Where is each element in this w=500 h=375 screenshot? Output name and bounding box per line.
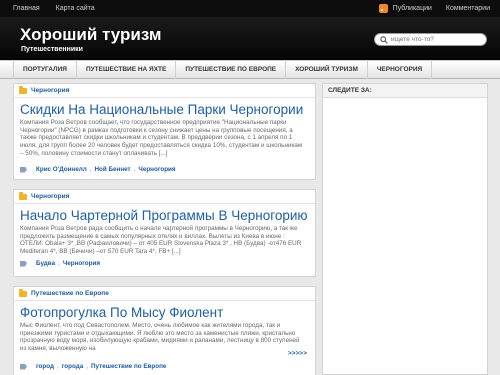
menu-item-europe-travel[interactable]: Путешествие по Европе xyxy=(175,61,285,79)
read-more-link[interactable]: >>>>> xyxy=(288,350,307,357)
menu-item-portugal[interactable]: Португалия xyxy=(13,61,76,79)
tag-link[interactable]: Черногория xyxy=(138,166,175,173)
post-category-link[interactable]: Черногория xyxy=(31,193,69,200)
post-category-bar: Черногория xyxy=(14,190,315,204)
search-input[interactable] xyxy=(391,36,481,43)
post-title[interactable]: Скидки На Национальные Парки Черногории xyxy=(14,98,315,117)
tag-link[interactable]: город xyxy=(36,363,54,370)
top-nav-home-link[interactable]: Главная xyxy=(13,5,40,12)
posts-feed-link[interactable]: Публикации xyxy=(393,5,432,12)
post-excerpt: Компания Роза Ветров сообщает, что госуд… xyxy=(20,119,303,157)
post-excerpt: Мыс Фиолент, что под Севастополем. Место… xyxy=(20,322,300,353)
post-tags: Крис О'Доннелл, Ной Беннет, Черногория xyxy=(20,166,176,173)
top-nav: Главная Карта сайта xyxy=(0,0,111,17)
tag-link[interactable]: Будва xyxy=(36,260,55,267)
comments-feed-link[interactable]: Комментарии xyxy=(446,5,490,12)
folder-icon xyxy=(19,288,27,297)
tag-icon xyxy=(20,260,27,267)
post-excerpt: Компания Роза Ветров рада сообщить о нач… xyxy=(20,225,302,256)
site-description: Путешественники xyxy=(21,46,83,53)
tag-icon xyxy=(20,363,27,370)
site-header: Хороший туризм Путешественники xyxy=(0,17,500,60)
sidebar: СЛЕДИТЕ ЗА: xyxy=(322,83,488,375)
post-category-link[interactable]: Путешествие по Европе xyxy=(31,290,109,297)
top-nav-sitemap-link[interactable]: Карта сайта xyxy=(56,5,95,12)
post-card: Путешествие по Европе Фотопрогулка По Мы… xyxy=(13,286,316,375)
site-title[interactable]: Хороший туризм xyxy=(20,25,161,45)
folder-icon xyxy=(19,191,27,200)
top-bar: Главная Карта сайта Публикации Комментар… xyxy=(0,0,500,17)
tag-link[interactable]: города xyxy=(62,363,84,370)
tag-link[interactable]: Крис О'Доннелл xyxy=(36,166,87,173)
search-icon[interactable] xyxy=(380,35,388,44)
post-card: Черногория Начало Чартерной Программы В … xyxy=(13,189,316,277)
post-category-link[interactable]: Черногория xyxy=(31,87,69,94)
post-tags: Будва, Черногория xyxy=(20,260,100,267)
tag-link[interactable]: Путешествие по Европе xyxy=(91,363,166,370)
post-card: Черногория Скидки На Национальные Парки … xyxy=(13,83,316,180)
folder-icon xyxy=(19,85,27,94)
menu-item-good-tourism[interactable]: Хороший туризм xyxy=(285,61,367,79)
tag-link[interactable]: Черногория xyxy=(63,260,100,267)
search-box[interactable] xyxy=(374,33,487,46)
post-title[interactable]: Фотопрогулка По Мысу Фиолент xyxy=(14,301,315,320)
tag-icon xyxy=(20,166,27,173)
feed-links: Публикации Комментарии xyxy=(378,0,490,17)
main-menu: Португалия Путешествие на яхте Путешеств… xyxy=(0,60,500,79)
post-category-bar: Путешествие по Европе xyxy=(14,287,315,301)
rss-icon[interactable] xyxy=(378,4,388,13)
post-category-bar: Черногория xyxy=(14,84,315,98)
menu-item-yacht-travel[interactable]: Путешествие на яхте xyxy=(75,61,175,79)
sidebar-widget-title: СЛЕДИТЕ ЗА: xyxy=(323,84,487,98)
post-title[interactable]: Начало Чартерной Программы В Черногорию xyxy=(14,204,315,223)
tag-link[interactable]: Ной Беннет xyxy=(94,166,130,173)
menu-item-montenegro[interactable]: Черногория xyxy=(366,61,433,79)
post-tags: город, города, Путешествие по Европе xyxy=(20,363,166,370)
